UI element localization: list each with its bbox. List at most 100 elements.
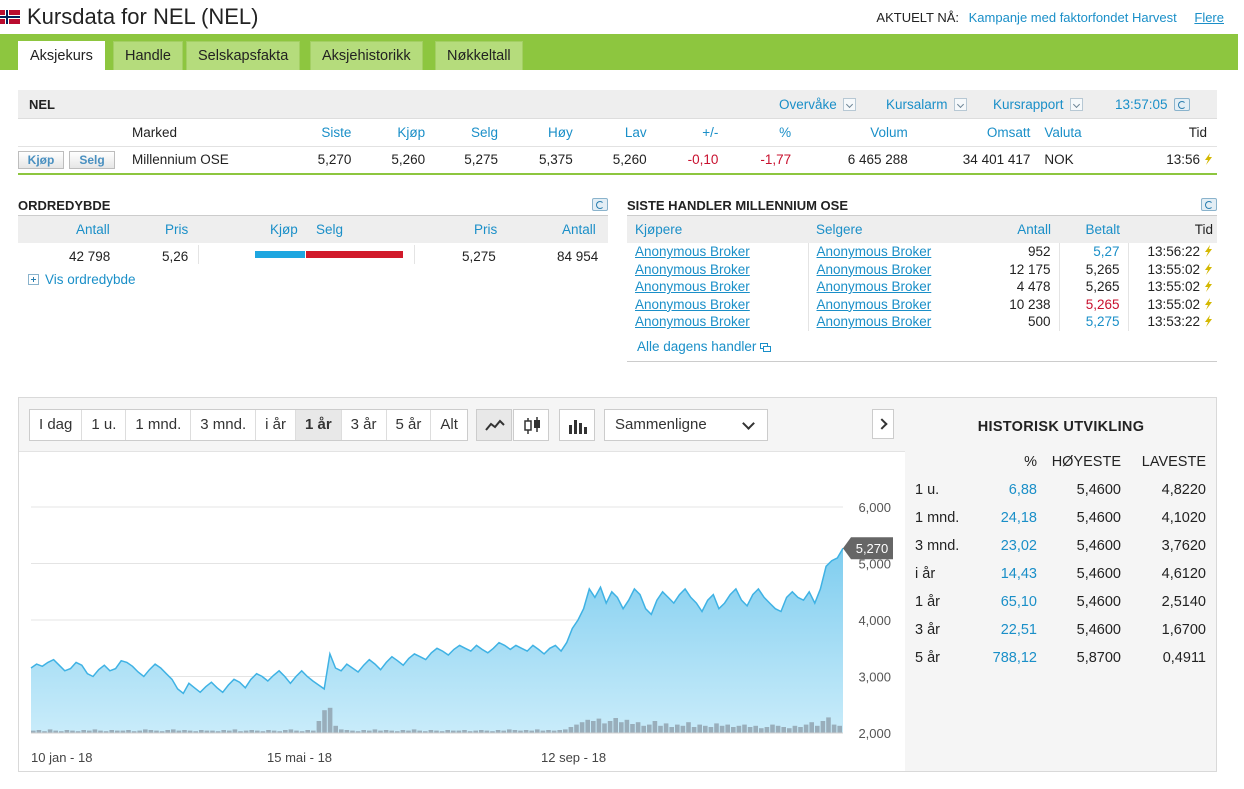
period-button[interactable]: 5 år (387, 410, 432, 440)
compare-dropdown[interactable]: Sammenligne (604, 409, 768, 441)
period-button[interactable]: 3 mnd. (191, 410, 257, 440)
trade-time-cell: 13:55:02 (1128, 278, 1217, 296)
hist-pct[interactable]: 14,43 (985, 560, 1037, 588)
volume-bar (775, 725, 781, 733)
update-time-label: 13:57:05 (1115, 97, 1168, 112)
period-button[interactable]: 1 år (295, 410, 342, 440)
hist-pct[interactable]: 65,10 (985, 588, 1037, 616)
volume-bar (731, 727, 736, 733)
volume-bar (333, 725, 338, 733)
realtime-bolt-icon (1205, 297, 1212, 310)
col-selg: Selg (431, 119, 504, 147)
volume-toggle-button[interactable] (559, 409, 595, 441)
hist-pct[interactable]: 6,88 (985, 476, 1037, 504)
watch-label: Overvåke (779, 97, 837, 112)
tab-nokkeltall[interactable]: Nøkkeltall (435, 41, 523, 70)
chevron-right-icon[interactable] (872, 409, 894, 439)
popup-icon[interactable] (760, 343, 772, 352)
chevron-down-icon[interactable] (953, 98, 967, 111)
hist-pct[interactable]: 788,12 (985, 644, 1037, 672)
report-menu[interactable]: Kursrapport (993, 97, 1083, 112)
alarm-label: Kursalarm (886, 97, 948, 112)
trade-qty: 952 (993, 243, 1060, 261)
seller-link[interactable]: Anonymous Broker (817, 297, 932, 312)
aktuelt-bar: AKTUELT NÅ: Kampanje med faktorfondet Ha… (876, 10, 1224, 25)
history-panel: HISTORISK UTVIKLING % HØYESTE LAVESTE 1 … (905, 397, 1217, 772)
price-chart: 6,0005,0004,0003,0002,0005,27010 jan - 1… (30, 500, 893, 765)
hist-low: 4,8220 (1161, 482, 1206, 498)
volume-bar (781, 727, 786, 733)
trade-row: Anonymous Broker Anonymous Broker 12 175 5,… (627, 260, 1217, 278)
tab-aksjekurs[interactable]: Aksjekurs (18, 41, 105, 70)
norway-flag-icon (0, 10, 20, 24)
more-link[interactable]: Flere (1194, 10, 1224, 25)
trades-panel: SISTE HANDLER MILLENNIUM OSE Kjøpere Sel… (627, 196, 1217, 362)
refresh-icon[interactable] (592, 198, 608, 211)
hist-pct[interactable]: 24,18 (985, 504, 1037, 532)
y-tick-label: 4,000 (858, 613, 891, 628)
volume-bar (641, 725, 646, 733)
expand-plus-icon[interactable] (28, 274, 39, 285)
buyer-link[interactable]: Anonymous Broker (635, 279, 750, 294)
seller-link[interactable]: Anonymous Broker (817, 314, 932, 329)
volume-bar (635, 722, 641, 733)
all-trades-link[interactable]: Alle dagens handler (637, 339, 772, 354)
col-siste: Siste (275, 119, 358, 147)
alarm-menu[interactable]: Kursalarm (886, 97, 967, 112)
x-tick-label: 12 sep - 18 (541, 750, 606, 765)
period-button[interactable]: I dag (30, 410, 83, 440)
period-selector: I dag 1 u. 1 mnd. 3 mnd. i år 1 år 3 år 5 år Alt (29, 409, 468, 441)
campaign-link[interactable]: Kampanje med faktorfondet Harvest (969, 10, 1177, 25)
seller-link[interactable]: Anonymous Broker (817, 262, 932, 277)
buyer-link[interactable]: Anonymous Broker (635, 244, 750, 259)
chevron-down-icon[interactable] (842, 98, 856, 111)
ob-buy-price: 5,26 (162, 249, 189, 264)
seller-link[interactable]: Anonymous Broker (817, 244, 932, 259)
sell-depth-bar (306, 251, 403, 258)
buyer-link[interactable]: Anonymous Broker (635, 262, 750, 277)
chart-toolbar: I dag 1 u. 1 mnd. 3 mnd. i år 1 år 3 år 5 år Alt… (19, 398, 905, 452)
col-change: +/- (652, 119, 725, 147)
trade-row: Anonymous Broker Anonymous Broker 4 478 5,2… (627, 278, 1217, 296)
buyer-link[interactable]: Anonymous Broker (635, 297, 750, 312)
volume-bar (372, 729, 378, 733)
buy-button[interactable]: Kjøp (18, 150, 64, 169)
hist-low: 0,4911 (1162, 650, 1206, 666)
volume-bar (742, 724, 747, 733)
show-orderbook-link[interactable]: Vis ordredybde (28, 272, 136, 287)
tab-selskapsfakta[interactable]: Selskapsfakta (186, 41, 301, 70)
history-table: % HØYESTE LAVESTE 1 u. 6,88 5,4600 4,8220 1 … (915, 448, 1206, 672)
orderbook-row: 42 798 5,26 5,275 84 954 (18, 243, 608, 267)
buyer-link[interactable]: Anonymous Broker (635, 314, 750, 329)
x-tick-label: 10 jan - 18 (31, 750, 92, 765)
volume-bar (787, 728, 792, 733)
realtime-bolt-icon (1205, 280, 1212, 293)
period-button[interactable]: i år (256, 410, 296, 440)
volume-bar (792, 725, 798, 733)
hist-pct[interactable]: 22,51 (985, 616, 1037, 644)
hist-period: 3 mnd. (915, 538, 960, 554)
orderbook-panel: ORDREDYBDE Antall Pris Kjøp Selg Pris An… (18, 196, 608, 287)
hist-period: 1 år (915, 594, 940, 610)
refresh-icon[interactable] (1201, 198, 1217, 211)
volume-bar (596, 718, 602, 733)
period-button[interactable]: Alt (431, 410, 467, 440)
volume-bar (630, 724, 635, 733)
period-button[interactable]: 1 u. (82, 410, 127, 440)
tab-handle[interactable]: Handle (113, 41, 183, 70)
chevron-down-icon[interactable] (1069, 98, 1083, 111)
volume-bar (47, 729, 53, 733)
tab-aksjehistorikk[interactable]: Aksjehistorikk (310, 41, 423, 70)
low-cell: 5,260 (578, 146, 653, 175)
period-button[interactable]: 3 år (342, 410, 387, 440)
line-chart-button[interactable] (476, 409, 512, 441)
sell-button[interactable]: Selg (69, 150, 115, 169)
volume-bar (764, 727, 770, 733)
period-button[interactable]: 1 mnd. (126, 410, 192, 440)
watch-menu[interactable]: Overvåke (779, 97, 856, 112)
hist-pct[interactable]: 23,02 (985, 532, 1037, 560)
refresh-icon[interactable] (1173, 98, 1190, 111)
candlestick-button[interactable] (513, 409, 549, 441)
history-row: 5 år 788,12 5,8700 0,4911 (915, 644, 1206, 672)
seller-link[interactable]: Anonymous Broker (817, 279, 932, 294)
